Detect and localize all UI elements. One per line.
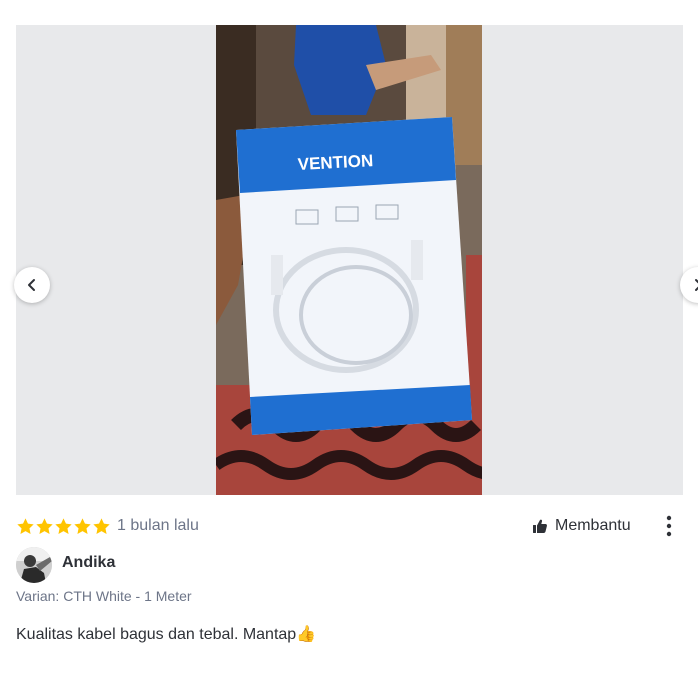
star-icon [74, 517, 91, 534]
product-variant: Varian: CTH White - 1 Meter [16, 588, 192, 604]
avatar[interactable] [16, 547, 52, 583]
prev-image-button[interactable] [14, 267, 50, 303]
helpful-label: Membantu [555, 517, 631, 534]
review-time-ago: 1 bulan lalu [117, 517, 199, 534]
next-image-button[interactable] [680, 267, 698, 303]
more-options-button[interactable] [658, 514, 680, 538]
more-vertical-icon [666, 515, 672, 537]
review-image-gallery: VENTION [14, 25, 698, 495]
star-icon [55, 517, 72, 534]
star-rating [16, 517, 111, 536]
review-rating-row: 1 bulan lalu [16, 514, 199, 538]
package-brand-text: VENTION [297, 151, 373, 174]
chevron-left-icon [28, 279, 35, 291]
avatar-image [16, 547, 52, 583]
review-photo-image: VENTION [216, 25, 482, 495]
star-icon [93, 517, 110, 534]
star-icon [17, 517, 34, 534]
chevron-right-icon [695, 279, 698, 291]
review-text: Kualitas kabel bagus dan tebal. Mantap👍 [16, 626, 317, 643]
review-photo[interactable]: VENTION [216, 25, 482, 495]
star-icon [36, 517, 53, 534]
helpful-button[interactable]: Membantu [532, 514, 631, 538]
thumbs-up-icon [533, 519, 547, 533]
reviewer-name[interactable]: Andika [62, 554, 115, 572]
